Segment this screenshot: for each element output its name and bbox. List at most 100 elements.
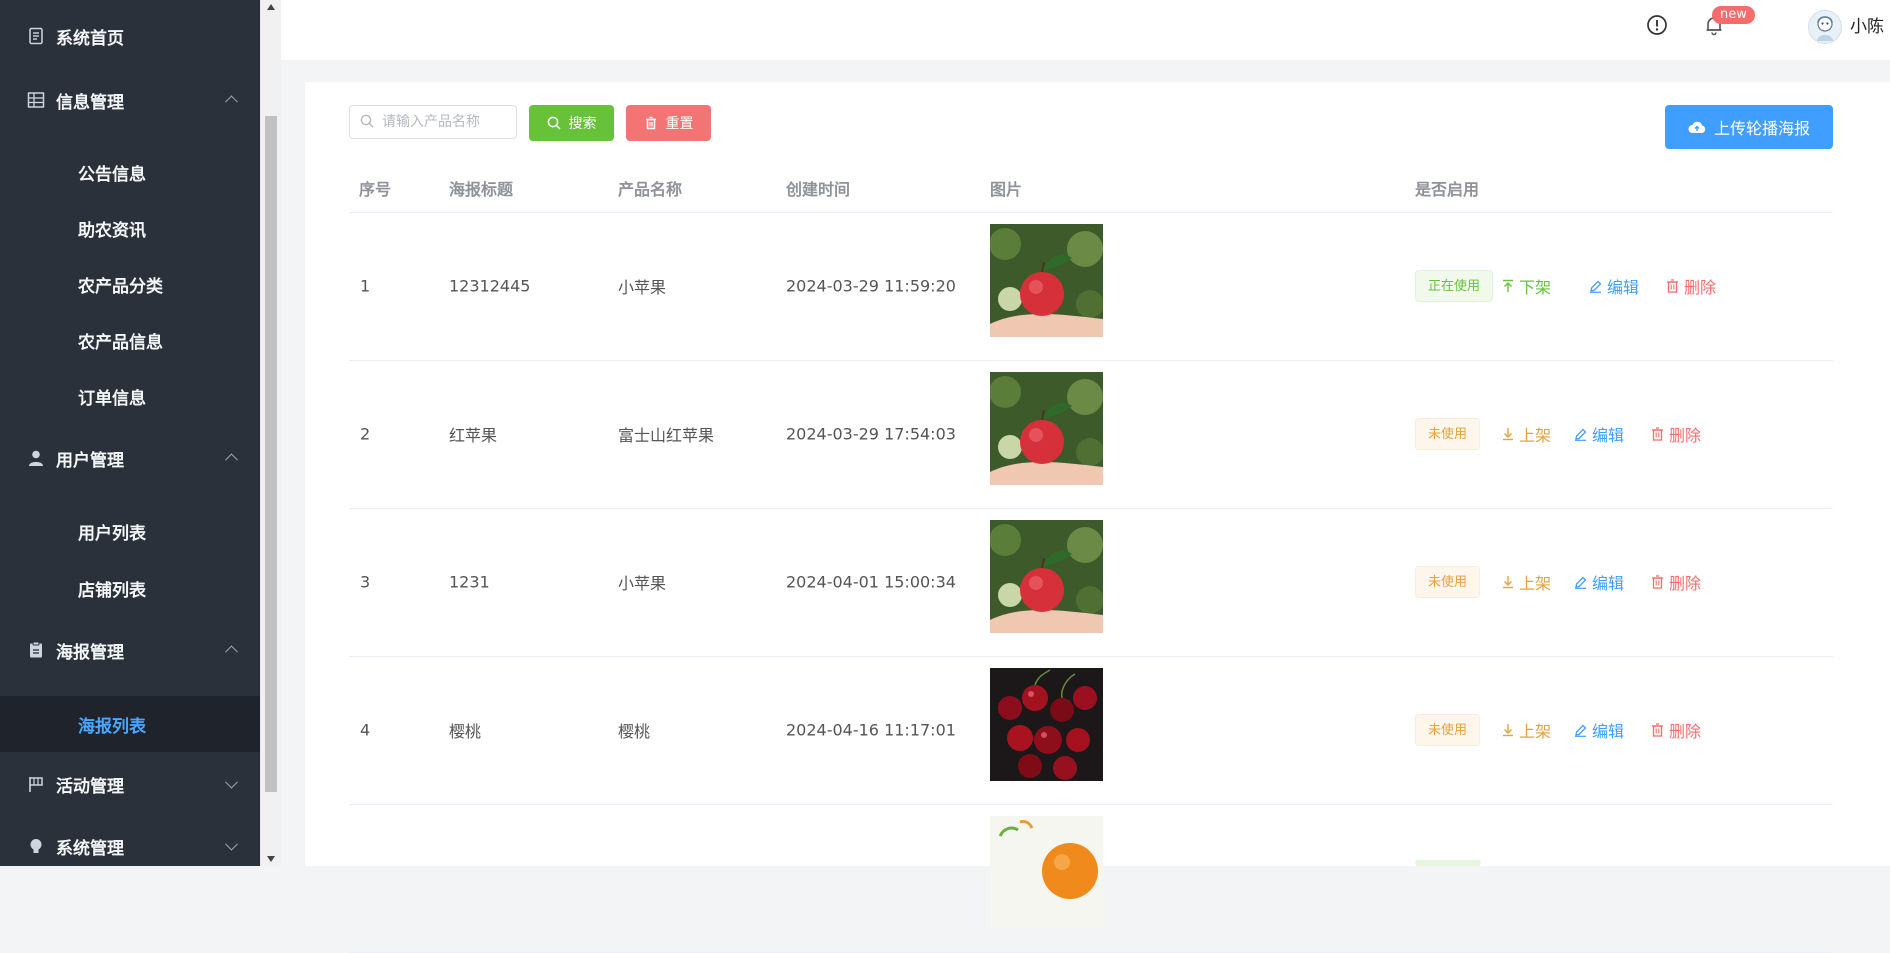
publish-label: 上架 bbox=[1519, 722, 1552, 741]
edit-icon bbox=[1574, 428, 1587, 441]
sidebar-item-home[interactable]: 系统首页 bbox=[0, 6, 260, 66]
upload-poster-button[interactable]: 上传轮播海报 bbox=[1665, 105, 1833, 149]
sidebar-item-user-list[interactable]: 用户列表 bbox=[0, 503, 260, 559]
upload-icon bbox=[1502, 279, 1514, 293]
column-header-created: 创建时间 bbox=[786, 180, 851, 199]
cell-index: 3 bbox=[360, 572, 371, 592]
sidebar-item-announcements[interactable]: 公告信息 bbox=[0, 144, 260, 200]
publish-button[interactable]: 上架 bbox=[1502, 718, 1551, 742]
chevron-up-icon bbox=[225, 645, 238, 659]
sidebar-item-info-management[interactable]: 信息管理 bbox=[0, 70, 260, 130]
edit-button[interactable]: 编辑 bbox=[1589, 274, 1639, 298]
sidebar-item-label: 农产品信息 bbox=[78, 332, 163, 353]
delete-label: 删除 bbox=[1669, 574, 1702, 593]
lightbulb-icon bbox=[26, 836, 46, 856]
poster-thumbnail-apple[interactable] bbox=[990, 224, 1103, 337]
scroll-up-icon[interactable] bbox=[267, 4, 275, 10]
trash-icon bbox=[1666, 279, 1679, 293]
sidebar-item-poster-management[interactable]: 海报管理 bbox=[0, 620, 260, 680]
sidebar-scrollbar[interactable] bbox=[260, 0, 281, 866]
cell-index: 1 bbox=[360, 276, 371, 296]
cell-title: 12312445 bbox=[449, 276, 531, 296]
search-icon bbox=[547, 116, 561, 130]
sidebar-item-user-management[interactable]: 用户管理 bbox=[0, 428, 260, 488]
edit-icon bbox=[1589, 280, 1602, 293]
column-header-title: 海报标题 bbox=[449, 180, 514, 199]
sidebar-item-label: 助农资讯 bbox=[78, 220, 146, 241]
scroll-down-icon[interactable] bbox=[267, 856, 275, 862]
sidebar-item-label: 农产品分类 bbox=[78, 276, 163, 297]
sidebar-item-label: 系统管理 bbox=[56, 838, 124, 859]
reset-button[interactable]: 重置 bbox=[626, 105, 711, 141]
sidebar: 系统首页 信息管理 公告信息 助农资讯 农产品分类 农产品信息 订单信息 用户管… bbox=[0, 0, 260, 866]
cell-product: 富士山红苹果 bbox=[618, 426, 715, 445]
status-badge: 正在使用 bbox=[1415, 270, 1494, 302]
chevron-down-icon bbox=[225, 837, 238, 851]
cell-created: 2024-03-29 17:54:03 bbox=[786, 424, 956, 444]
sidebar-item-label: 店铺列表 bbox=[78, 580, 146, 601]
sidebar-item-orders[interactable]: 订单信息 bbox=[0, 368, 260, 424]
edit-label: 编辑 bbox=[1592, 426, 1625, 445]
delete-button[interactable]: 删除 bbox=[1666, 274, 1716, 298]
sidebar-item-label: 用户列表 bbox=[78, 523, 146, 544]
delete-label: 删除 bbox=[1684, 278, 1717, 297]
sidebar-item-label: 海报管理 bbox=[56, 642, 124, 663]
poster-thumbnail-cherry[interactable] bbox=[990, 668, 1103, 781]
publish-button[interactable]: 上架 bbox=[1502, 570, 1551, 594]
table-row: 2 红苹果 富士山红苹果 2024-03-29 17:54:03 未使用 上架 … bbox=[349, 360, 1833, 509]
poster-thumbnail-orange[interactable] bbox=[990, 816, 1103, 929]
download-icon bbox=[1502, 575, 1514, 589]
unpublish-label: 下架 bbox=[1519, 278, 1552, 297]
search-input-wrapper[interactable] bbox=[349, 105, 517, 139]
table-row: 4 樱桃 樱桃 2024-04-16 11:17:01 未使用 上架 编辑 删除 bbox=[349, 656, 1833, 805]
user-icon bbox=[26, 448, 46, 468]
cell-created: 2024-03-29 11:59:20 bbox=[786, 276, 956, 296]
edit-label: 编辑 bbox=[1592, 722, 1625, 741]
sidebar-item-label: 活动管理 bbox=[56, 776, 124, 797]
delete-button[interactable]: 删除 bbox=[1651, 422, 1701, 446]
delete-button[interactable]: 删除 bbox=[1651, 570, 1701, 594]
username[interactable]: 小陈 bbox=[1850, 12, 1884, 37]
sidebar-item-agri-news[interactable]: 助农资讯 bbox=[0, 200, 260, 256]
avatar[interactable] bbox=[1808, 10, 1842, 44]
sidebar-item-label: 信息管理 bbox=[56, 92, 124, 113]
delete-button[interactable]: 删除 bbox=[1651, 718, 1701, 742]
sidebar-item-shop-list[interactable]: 店铺列表 bbox=[0, 560, 260, 616]
poster-thumbnail-apple[interactable] bbox=[990, 520, 1103, 633]
edit-button[interactable]: 编辑 bbox=[1574, 422, 1624, 446]
publish-label: 上架 bbox=[1519, 426, 1552, 445]
unpublish-button[interactable]: 下架 bbox=[1502, 274, 1551, 298]
sidebar-item-system-management[interactable]: 系统管理 bbox=[0, 816, 260, 866]
publish-label: 上架 bbox=[1519, 574, 1552, 593]
search-icon bbox=[360, 113, 374, 132]
chevron-up-icon bbox=[225, 95, 238, 109]
sidebar-item-activity-management[interactable]: 活动管理 bbox=[0, 754, 260, 814]
status-badge: 未使用 bbox=[1415, 418, 1481, 450]
sidebar-item-product-categories[interactable]: 农产品分类 bbox=[0, 256, 260, 312]
scrollbar-thumb[interactable] bbox=[265, 116, 277, 792]
sidebar-item-poster-list[interactable]: 海报列表 bbox=[0, 696, 260, 752]
cell-product: 樱桃 bbox=[618, 722, 651, 741]
publish-button[interactable]: 上架 bbox=[1502, 422, 1551, 446]
upload-poster-button-label: 上传轮播海报 bbox=[1713, 119, 1810, 138]
flag-icon bbox=[26, 774, 46, 794]
table-row bbox=[349, 804, 1833, 953]
edit-button[interactable]: 编辑 bbox=[1574, 570, 1624, 594]
sidebar-item-product-info[interactable]: 农产品信息 bbox=[0, 312, 260, 368]
sidebar-item-label: 用户管理 bbox=[56, 450, 124, 471]
edit-icon bbox=[1574, 724, 1587, 737]
status-badge bbox=[1415, 860, 1481, 866]
poster-thumbnail-apple[interactable] bbox=[990, 372, 1103, 485]
cell-created: 2024-04-16 11:17:01 bbox=[786, 720, 956, 740]
column-header-enabled: 是否启用 bbox=[1415, 180, 1480, 199]
sidebar-item-label: 公告信息 bbox=[78, 164, 146, 185]
edit-label: 编辑 bbox=[1607, 278, 1640, 297]
cell-title: 红苹果 bbox=[449, 426, 498, 445]
edit-button[interactable]: 编辑 bbox=[1574, 718, 1624, 742]
document-icon bbox=[26, 26, 46, 46]
search-input[interactable] bbox=[380, 113, 514, 131]
info-icon[interactable] bbox=[1646, 14, 1668, 36]
delete-label: 删除 bbox=[1669, 722, 1702, 741]
search-button[interactable]: 搜索 bbox=[529, 105, 614, 141]
column-header-image: 图片 bbox=[990, 180, 1023, 199]
